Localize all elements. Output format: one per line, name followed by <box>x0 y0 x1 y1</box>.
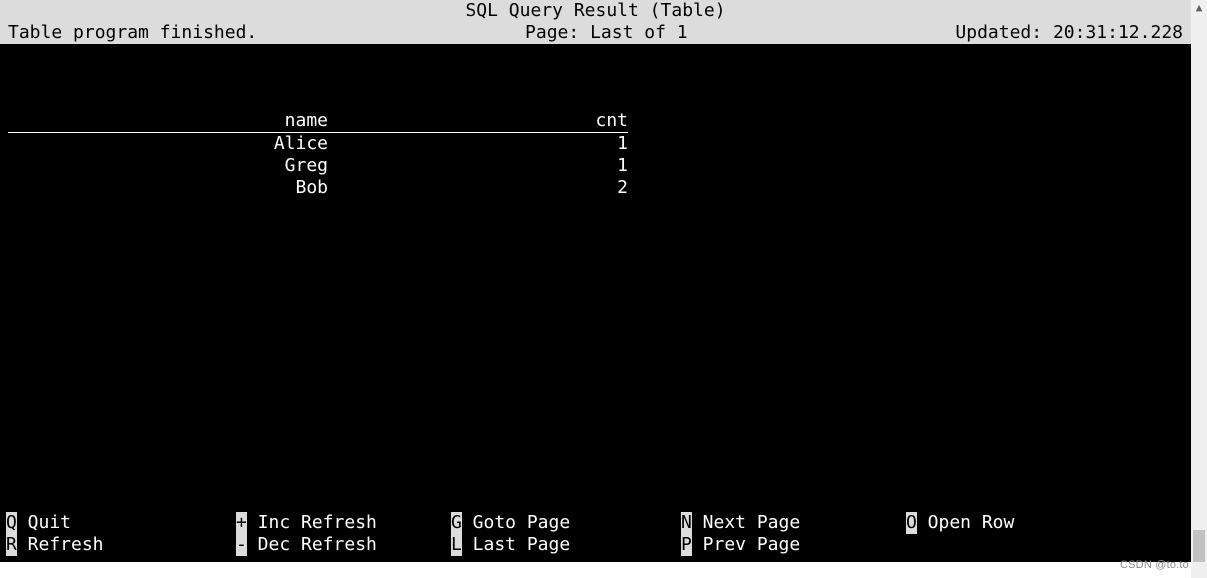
hotkey-prev-page[interactable]: P Prev Page <box>681 534 906 556</box>
result-table: name cnt Alice 1 Greg 1 Bob 2 <box>8 110 628 199</box>
title-bar: SQL Query Result (Table) Table program f… <box>0 0 1191 44</box>
status-line: Table program finished. Page: Last of 1 … <box>0 22 1191 44</box>
hotkey-label: Prev Page <box>703 534 801 556</box>
hotkey-key: G <box>451 512 462 534</box>
scrollbar-thumb[interactable] <box>1193 530 1205 562</box>
page-indicator: Page: Last of 1 <box>257 22 955 44</box>
updated-value: 20:31:12.228 <box>1053 22 1183 43</box>
hotkey-key: R <box>6 534 17 556</box>
hotkey-label: Dec Refresh <box>258 534 377 556</box>
watermark-text: CSDN @to.to <box>1120 554 1189 576</box>
cell-name: Greg <box>8 155 328 177</box>
hotkey-row-1: Q Quit + Inc Refresh G Goto Page N Next … <box>6 512 1185 534</box>
hotkey-row-2: R Refresh - Dec Refresh L Last Page P Pr… <box>6 534 1185 556</box>
vertical-scrollbar[interactable]: ▲ <box>1191 0 1207 578</box>
table-row[interactable]: Alice 1 <box>8 133 628 156</box>
hotkey-footer: Q Quit + Inc Refresh G Goto Page N Next … <box>0 512 1191 556</box>
cell-cnt: 2 <box>328 177 628 199</box>
terminal-window: SQL Query Result (Table) Table program f… <box>0 0 1191 562</box>
cell-name: Bob <box>8 177 328 199</box>
cell-cnt: 1 <box>328 133 628 156</box>
result-table-area: name cnt Alice 1 Greg 1 Bob 2 <box>0 44 1191 243</box>
hotkey-key: N <box>681 512 692 534</box>
hotkey-dec-refresh[interactable]: - Dec Refresh <box>236 534 451 556</box>
hotkey-label: Open Row <box>928 512 1015 534</box>
table-header-row: name cnt <box>8 110 628 133</box>
cell-cnt: 1 <box>328 155 628 177</box>
hotkey-key: + <box>236 512 247 534</box>
hotkey-label: Next Page <box>703 512 801 534</box>
scrollbar-up-icon[interactable]: ▲ <box>1191 0 1207 16</box>
updated-indicator: Updated: 20:31:12.228 <box>955 22 1183 44</box>
hotkey-key: Q <box>6 512 17 534</box>
hotkey-refresh[interactable]: R Refresh <box>6 534 236 556</box>
hotkey-label: Quit <box>28 512 71 534</box>
hotkey-label: Refresh <box>28 534 104 556</box>
table-row[interactable]: Bob 2 <box>8 177 628 199</box>
hotkey-next-page[interactable]: N Next Page <box>681 512 906 534</box>
hotkey-label: Goto Page <box>473 512 571 534</box>
hotkey-key: L <box>451 534 462 556</box>
hotkey-goto-page[interactable]: G Goto Page <box>451 512 681 534</box>
hotkey-label: Inc Refresh <box>258 512 377 534</box>
hotkey-inc-refresh[interactable]: + Inc Refresh <box>236 512 451 534</box>
hotkey-key: - <box>236 534 247 556</box>
col-header-name: name <box>8 110 328 133</box>
status-message: Table program finished. <box>8 22 257 44</box>
page-value: Last of 1 <box>590 22 688 43</box>
hotkey-last-page[interactable]: L Last Page <box>451 534 681 556</box>
hotkey-key: O <box>906 512 917 534</box>
hotkey-open-row[interactable]: O Open Row <box>906 512 1136 534</box>
updated-label: Updated: <box>955 22 1042 43</box>
col-header-cnt: cnt <box>328 110 628 133</box>
page-label: Page: <box>525 22 579 43</box>
hotkey-label: Last Page <box>473 534 571 556</box>
table-row[interactable]: Greg 1 <box>8 155 628 177</box>
cell-name: Alice <box>8 133 328 156</box>
window-title: SQL Query Result (Table) <box>0 0 1191 22</box>
hotkey-quit[interactable]: Q Quit <box>6 512 236 534</box>
hotkey-key: P <box>681 534 692 556</box>
